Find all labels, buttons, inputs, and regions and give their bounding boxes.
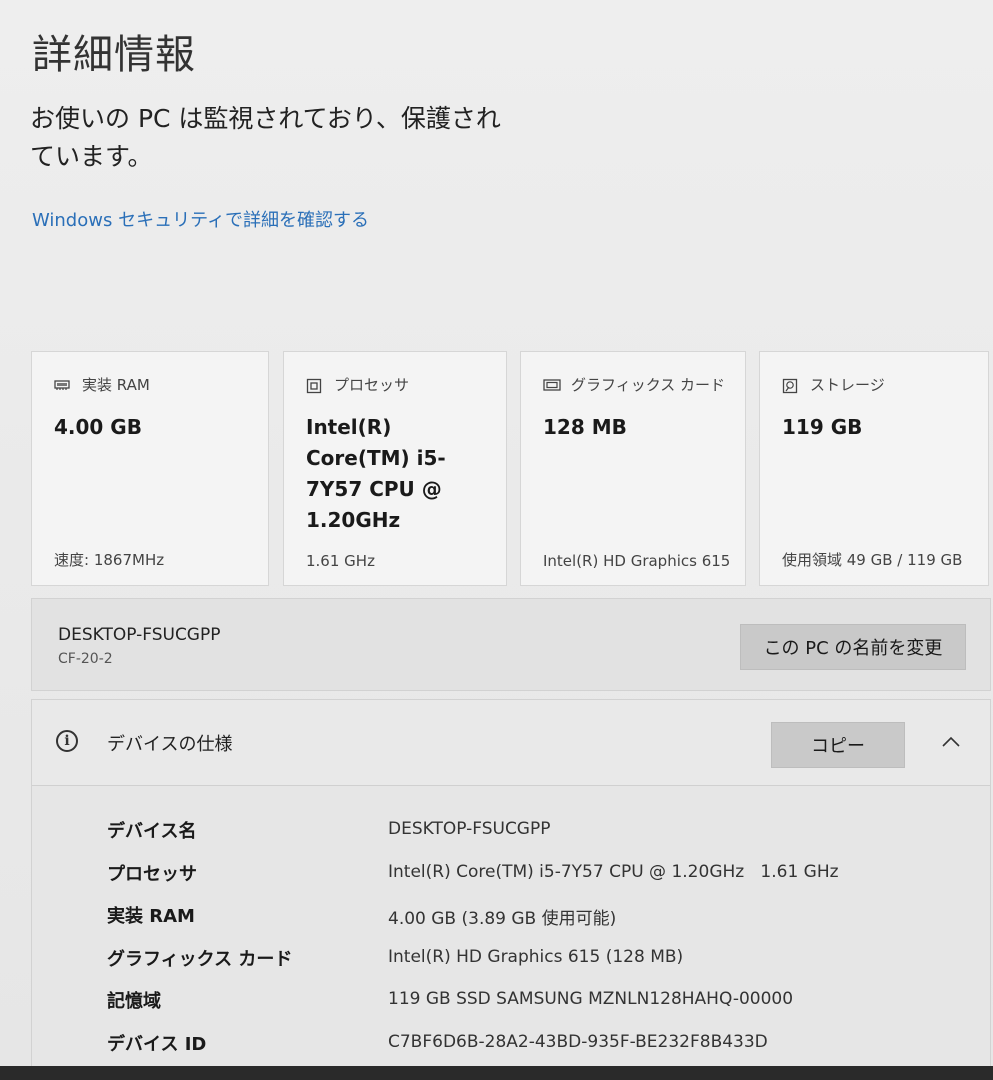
page-title: 詳細情報 bbox=[32, 32, 196, 78]
spec-row-processor: プロセッサ Intel(R) Core(TM) i5-7Y57 CPU @ 1.… bbox=[107, 860, 967, 903]
spec-key: グラフィックス カード bbox=[107, 948, 293, 970]
graphics-card: グラフィックス カード 128 MB Intel(R) HD Graphics … bbox=[520, 351, 746, 586]
pc-name-section: DESKTOP-FSUCGPP CF-20-2 この PC の名前を変更 bbox=[31, 598, 991, 691]
storage-card-header: ストレージ bbox=[782, 374, 885, 395]
rename-pc-button[interactable]: この PC の名前を変更 bbox=[740, 624, 966, 670]
spec-value: 119 GB SSD SAMSUNG MZNLN128HAHQ-00000 bbox=[388, 989, 794, 1009]
ram-card: 実装 RAM 4.00 GB 速度: 1867MHz bbox=[31, 351, 269, 586]
device-specs-list: デバイス名 DESKTOP-FSUCGPP プロセッサ Intel(R) Cor… bbox=[107, 817, 967, 1072]
device-specs-section: i デバイスの仕様 コピー デバイス名 DESKTOP-FSUCGPP プロセッ… bbox=[31, 699, 991, 1079]
storage-card-subtext: 使用領域 49 GB / 119 GB bbox=[782, 551, 963, 569]
ram-card-subtext: 速度: 1867MHz bbox=[54, 551, 165, 569]
storage-icon bbox=[782, 378, 798, 393]
device-specs-title: デバイスの仕様 bbox=[107, 734, 233, 755]
ram-card-label: 実装 RAM bbox=[82, 376, 150, 394]
copy-button[interactable]: コピー bbox=[771, 722, 905, 768]
spec-row-storage: 記憶域 119 GB SSD SAMSUNG MZNLN128HAHQ-0000… bbox=[107, 987, 967, 1030]
graphics-card-value: 128 MB bbox=[543, 415, 627, 439]
ram-icon bbox=[54, 378, 70, 392]
graphics-card-icon bbox=[543, 378, 561, 392]
pc-name: DESKTOP-FSUCGPP bbox=[58, 625, 221, 645]
storage-card-label: ストレージ bbox=[810, 376, 885, 394]
settings-about-page: 詳細情報 お使いの PC は監視されており、保護されています。 Windows … bbox=[0, 0, 993, 1080]
processor-icon bbox=[306, 378, 322, 393]
processor-card-label: プロセッサ bbox=[334, 376, 410, 394]
spec-key: デバイス ID bbox=[107, 1033, 207, 1055]
storage-card-value: 119 GB bbox=[782, 415, 863, 439]
processor-card-subtext: 1.61 GHz bbox=[306, 552, 375, 570]
info-icon: i bbox=[56, 730, 78, 752]
spec-row-graphics-card: グラフィックス カード Intel(R) HD Graphics 615 (12… bbox=[107, 945, 967, 988]
ram-card-header: 実装 RAM bbox=[54, 374, 150, 395]
processor-card-value: Intel(R) Core(TM) i5-7Y57 CPU @ 1.20GHz bbox=[306, 415, 446, 532]
device-specs-header[interactable]: i デバイスの仕様 コピー bbox=[32, 700, 990, 786]
spec-key: プロセッサ bbox=[107, 863, 197, 885]
spec-value: Intel(R) HD Graphics 615 (128 MB) bbox=[388, 946, 684, 967]
processor-card: プロセッサ Intel(R) Core(TM) i5-7Y57 CPU @ 1.… bbox=[283, 351, 507, 586]
spec-key: 記憶域 bbox=[107, 991, 161, 1012]
spec-value: C7BF6D6B-28A2-43BD-935F-BE232F8B433D bbox=[388, 1031, 768, 1052]
spec-key: 実装 RAM bbox=[107, 906, 195, 927]
storage-card: ストレージ 119 GB 使用領域 49 GB / 119 GB bbox=[759, 351, 989, 586]
graphics-card-label: グラフィックス カード bbox=[571, 376, 726, 394]
spec-row-installed-ram: 実装 RAM 4.00 GB (3.89 GB 使用可能) bbox=[107, 902, 967, 945]
processor-card-header: プロセッサ bbox=[306, 374, 409, 395]
protection-status-text: お使いの PC は監視されており、保護されています。 bbox=[30, 104, 501, 171]
windows-security-link[interactable]: Windows セキュリティで詳細を確認する bbox=[32, 206, 369, 232]
graphics-card-header: グラフィックス カード bbox=[543, 374, 725, 395]
taskbar bbox=[0, 1066, 993, 1080]
spec-value: 4.00 GB (3.89 GB 使用可能) bbox=[388, 909, 617, 929]
spec-value: DESKTOP-FSUCGPP bbox=[388, 819, 551, 839]
pc-model: CF-20-2 bbox=[58, 651, 113, 667]
chevron-up-icon[interactable] bbox=[940, 734, 962, 750]
spec-value: Intel(R) Core(TM) i5-7Y57 CPU @ 1.20GHz … bbox=[388, 861, 839, 882]
ram-card-value: 4.00 GB bbox=[54, 415, 142, 439]
spec-key: デバイス名 bbox=[107, 821, 197, 842]
spec-row-device-name: デバイス名 DESKTOP-FSUCGPP bbox=[107, 817, 967, 860]
graphics-card-subtext: Intel(R) HD Graphics 615 bbox=[543, 552, 731, 570]
